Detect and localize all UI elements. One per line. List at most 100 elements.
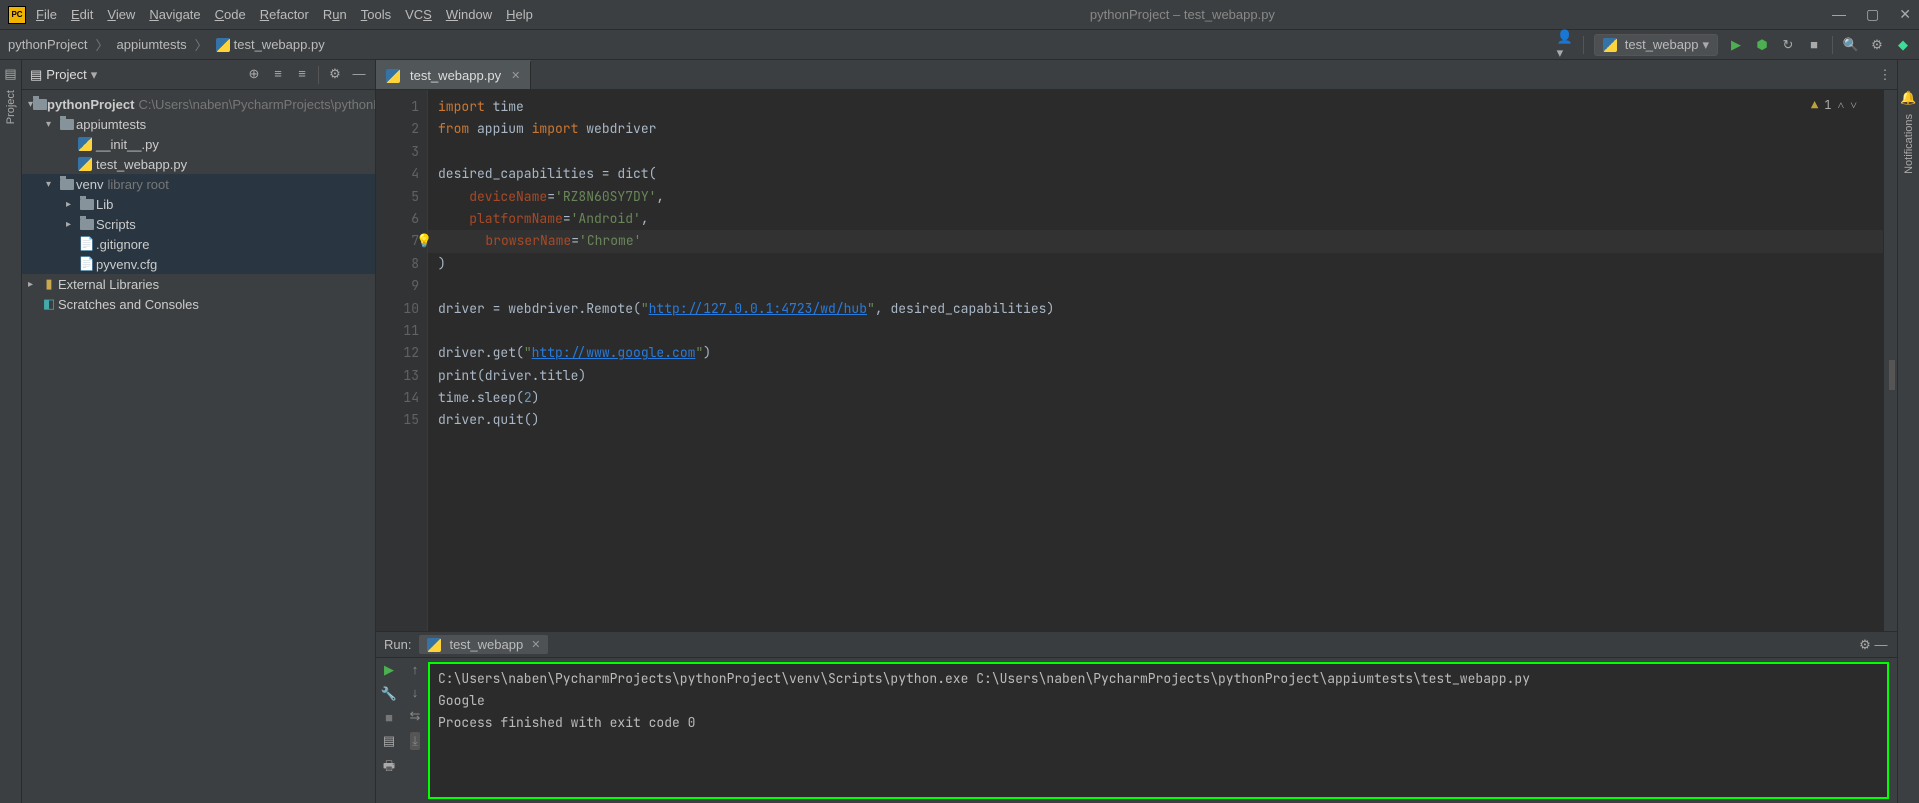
collapse-icon[interactable]: ≡: [294, 66, 310, 82]
window-title: pythonProject – test_webapp.py: [533, 7, 1832, 22]
locate-icon[interactable]: ⊕: [246, 66, 262, 82]
stop-button[interactable]: ■: [1806, 37, 1822, 53]
tree-folder-appiumtests[interactable]: ▾ appiumtests: [22, 114, 375, 134]
menu-edit[interactable]: Edit: [71, 7, 93, 22]
breadcrumb-folder[interactable]: appiumtests: [117, 37, 187, 52]
minimize-panel-icon[interactable]: —: [351, 66, 367, 82]
python-file-icon: [386, 69, 400, 83]
tree-file-pyvenv[interactable]: 📄 pyvenv.cfg: [22, 254, 375, 274]
tab-menu-icon[interactable]: ⋮: [1873, 60, 1897, 89]
menu-navigate[interactable]: Navigate: [149, 7, 200, 22]
tree-folder-lib[interactable]: ▸ Lib: [22, 194, 375, 214]
maximize-icon[interactable]: ▢: [1866, 6, 1879, 23]
chevron-right-icon[interactable]: ▸: [66, 219, 78, 230]
tree-file-init[interactable]: __init__.py: [22, 134, 375, 154]
editor-scrollbar[interactable]: [1883, 90, 1897, 631]
chevron-right-icon[interactable]: ▸: [28, 279, 40, 290]
project-panel: ▤ Project ▾ ⊕ ≡ ≡ ⚙ — ▾ pythonProject C:…: [22, 60, 376, 803]
tree-file-gitignore[interactable]: 📄 .gitignore: [22, 234, 375, 254]
tree-label: __init__.py: [96, 137, 159, 152]
layout-icon[interactable]: ▤: [383, 733, 395, 749]
tree-file-testwebapp[interactable]: test_webapp.py: [22, 154, 375, 174]
gear-icon[interactable]: ⚙: [1857, 637, 1873, 653]
run-action-toolbar: ▶ 🔧 ■ ▤ 🖶: [376, 658, 402, 803]
title-bar: PC File Edit View Navigate Code Refactor…: [0, 0, 1919, 30]
run-coverage-button[interactable]: ↻: [1780, 37, 1796, 53]
tree-label: venv: [76, 177, 103, 192]
notifications-label[interactable]: Notifications: [1903, 114, 1915, 174]
chevron-down-icon[interactable]: ▾: [46, 179, 58, 190]
breadcrumb-file[interactable]: test_webapp.py: [216, 37, 325, 53]
rerun-icon[interactable]: ▶: [384, 662, 394, 678]
stop-icon[interactable]: ■: [385, 710, 393, 725]
chevron-right-icon[interactable]: ▸: [66, 199, 78, 210]
print-icon[interactable]: 🖶: [383, 757, 395, 779]
file-icon: 📄: [78, 256, 96, 272]
left-tool-strip: ▤ Project: [0, 60, 22, 803]
chevron-up-icon[interactable]: ˄: [1837, 94, 1844, 116]
menu-vcs[interactable]: VCS: [405, 7, 432, 22]
search-icon[interactable]: 🔍: [1843, 37, 1859, 53]
tree-root[interactable]: ▾ pythonProject C:\Users\naben\PycharmPr…: [22, 94, 375, 114]
debug-button[interactable]: ⬢: [1754, 37, 1770, 53]
tree-folder-venv[interactable]: ▾ venv library root: [22, 174, 375, 194]
minimize-panel-icon[interactable]: —: [1873, 637, 1889, 653]
tree-label: .gitignore: [96, 237, 149, 252]
scratch-icon: ◧: [40, 296, 58, 312]
python-file-icon: [427, 638, 441, 652]
run-panel-header: Run: test_webapp ✕ ⚙ —: [376, 632, 1897, 658]
folder-icon: [80, 199, 94, 210]
project-tool-icon[interactable]: ▤: [3, 66, 19, 82]
editor-status[interactable]: ▲ 1 ˄ ˅: [1811, 94, 1857, 116]
console-output[interactable]: C:\Users\naben\PycharmProjects\pythonPro…: [428, 662, 1889, 799]
code-with-me-icon[interactable]: ◆: [1895, 37, 1911, 53]
console-line: Process finished with exit code 0: [438, 712, 1879, 734]
code-content[interactable]: ▲ 1 ˄ ˅ import time from appium import w…: [428, 90, 1883, 631]
bell-icon[interactable]: 🔔: [1901, 90, 1917, 106]
up-icon[interactable]: ↑: [412, 662, 419, 677]
tree-scratches[interactable]: ◧ Scratches and Consoles: [22, 294, 375, 314]
menu-view[interactable]: View: [107, 7, 135, 22]
python-file-icon: [216, 38, 230, 52]
menu-window[interactable]: Window: [446, 7, 492, 22]
tree-external-libs[interactable]: ▸ ▮ External Libraries: [22, 274, 375, 294]
editor-tab[interactable]: test_webapp.py ✕: [376, 60, 531, 89]
close-tab-icon[interactable]: ✕: [531, 638, 540, 651]
menu-file[interactable]: File: [36, 7, 57, 22]
wrap-icon[interactable]: ⇆: [410, 708, 421, 724]
intention-bulb-icon[interactable]: 💡: [416, 232, 432, 249]
library-icon: ▮: [40, 276, 58, 292]
console-line: Google: [438, 690, 1879, 712]
tree-folder-scripts[interactable]: ▸ Scripts: [22, 214, 375, 234]
menu-code[interactable]: Code: [215, 7, 246, 22]
project-tree[interactable]: ▾ pythonProject C:\Users\naben\PycharmPr…: [22, 90, 375, 803]
menu-tools[interactable]: Tools: [361, 7, 391, 22]
minimize-icon[interactable]: —: [1832, 6, 1846, 23]
settings-icon[interactable]: ⚙: [1869, 37, 1885, 53]
close-icon[interactable]: ✕: [1899, 6, 1911, 23]
add-user-icon[interactable]: 👤▾: [1557, 37, 1573, 53]
python-file-icon: [78, 157, 92, 171]
scroll-icon[interactable]: ⤓: [410, 732, 420, 750]
menu-refactor[interactable]: Refactor: [260, 7, 309, 22]
chevron-down-icon[interactable]: ▾: [46, 119, 58, 130]
panel-title-label: Project: [46, 67, 86, 82]
menu-run[interactable]: Run: [323, 7, 347, 22]
project-tab-label[interactable]: Project: [5, 90, 17, 124]
expand-icon[interactable]: ≡: [270, 66, 286, 82]
run-button[interactable]: ▶: [1728, 37, 1744, 53]
chevron-down-icon[interactable]: ˅: [1850, 94, 1857, 116]
menu-help[interactable]: Help: [506, 7, 533, 22]
panel-tools: ⊕ ≡ ≡ ⚙ —: [246, 66, 367, 84]
run-config-selector[interactable]: test_webapp ▾: [1594, 34, 1718, 56]
code-editor[interactable]: 1 2 3 4 5 6 7 8 9 10 11 12 13 14 15 ▲: [376, 90, 1897, 631]
wrench-icon[interactable]: 🔧: [381, 686, 397, 702]
down-icon[interactable]: ↓: [412, 685, 419, 700]
panel-title[interactable]: ▤ Project ▾: [30, 67, 246, 83]
gear-icon[interactable]: ⚙: [327, 66, 343, 82]
close-tab-icon[interactable]: ✕: [511, 69, 520, 82]
breadcrumb-project[interactable]: pythonProject: [8, 37, 88, 52]
run-tab[interactable]: test_webapp ✕: [419, 635, 548, 654]
folder-icon: [60, 179, 74, 190]
window-controls: — ▢ ✕: [1832, 6, 1911, 23]
